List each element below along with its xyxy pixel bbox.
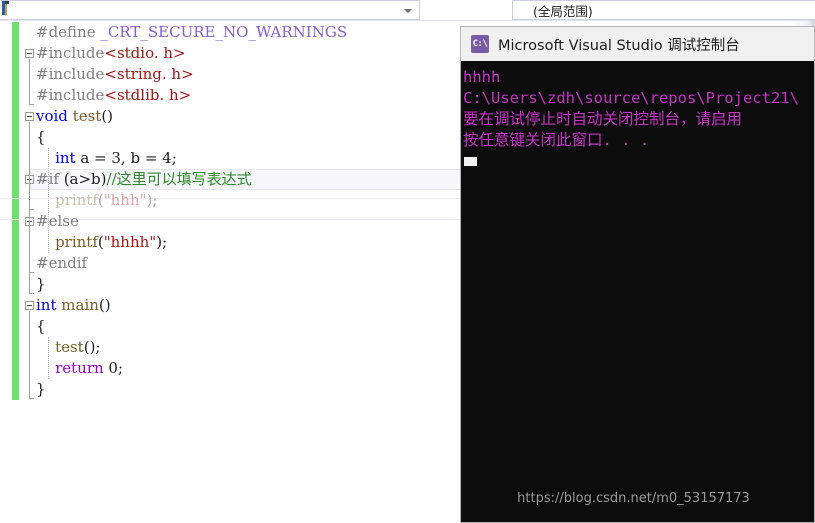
code-token: #include [36, 65, 105, 83]
code-token: { [36, 317, 46, 335]
code-token: { [36, 128, 46, 146]
console-output-line: 按任意键关闭此窗口. . . [463, 131, 650, 149]
fold-toggle-icon[interactable] [25, 301, 34, 310]
console-title: Microsoft Visual Studio 调试控制台 [498, 37, 740, 54]
code-line[interactable]: printf("hhhh"); [36, 232, 167, 253]
chevron-down-icon[interactable] [404, 9, 412, 13]
fold-toggle-icon[interactable] [25, 112, 34, 121]
fold-guide-line [29, 185, 30, 209]
code-token: printf [55, 233, 98, 251]
code-token: () [98, 296, 111, 314]
code-line[interactable]: #include<string. h> [36, 64, 194, 85]
console-title-bar[interactable]: C:\ Microsoft Visual Studio 调试控制台 [461, 27, 814, 61]
scope-combo-box[interactable]: (全局范围) [512, 0, 815, 20]
fold-guide-end-tick [29, 209, 34, 210]
code-line[interactable]: test(); [36, 337, 100, 358]
scope-combo-value: (全局范围) [533, 3, 593, 19]
code-line[interactable]: #if (a>b)//这里可以填写表达式 [36, 169, 252, 190]
fold-guide-end-tick [29, 293, 34, 294]
fold-guide-line [29, 59, 30, 104]
code-token: <stdlib. h> [104, 86, 192, 104]
navigation-bar: (全局范围) [0, 0, 815, 20]
code-line[interactable]: #include<stdlib. h> [36, 85, 191, 106]
console-output-line: 要在调试停止时自动关闭控制台，请启用 [463, 110, 743, 128]
console-icon-glyph: C:\ [472, 39, 488, 49]
code-line[interactable]: #define _CRT_SECURE_NO_WARNINGS [36, 22, 347, 43]
console-cursor [464, 157, 477, 166]
code-line[interactable]: { [36, 316, 46, 337]
editor-top-divider [0, 20, 815, 21]
code-token: test [55, 338, 84, 356]
code-line[interactable]: #endif [36, 253, 87, 274]
fold-toggle-icon[interactable] [25, 49, 34, 58]
console-output-line: hhhh [463, 68, 501, 86]
debug-console-window[interactable]: C:\ Microsoft Visual Studio 调试控制台 hhhh C:… [460, 26, 815, 523]
code-token: #else [36, 212, 79, 230]
partial-document-icon [0, 1, 9, 15]
code-line[interactable]: } [36, 274, 46, 295]
console-output-line: C:\Users\zdh\source\repos\Project21\ [463, 89, 799, 107]
console-app-icon: C:\ [471, 35, 489, 53]
code-token: (); [83, 338, 101, 356]
code-token: _CRT_SECURE_NO_WARNINGS [100, 23, 348, 41]
code-line[interactable]: } [36, 379, 46, 400]
fold-guide-end-tick [29, 104, 34, 105]
code-line[interactable]: #include<stdio. h> [36, 43, 186, 64]
change-indicator-bar [12, 22, 19, 400]
console-output-area[interactable]: hhhh C:\Users\zdh\source\repos\Project21\… [461, 61, 814, 522]
code-line[interactable]: int main() [36, 295, 111, 316]
code-token: #define [36, 23, 101, 41]
code-token: #if [36, 170, 59, 188]
code-token: 0; [103, 359, 124, 377]
fold-guide-line [29, 227, 30, 272]
code-token: <string. h> [104, 65, 194, 83]
watermark-text: https://blog.csdn.net/m0_53157173 [517, 491, 750, 506]
fold-guide-end-tick [29, 272, 34, 273]
fold-guide-line [29, 311, 30, 398]
code-token: () [101, 107, 114, 125]
code-token: #include [36, 44, 105, 62]
code-token: "hhhh" [103, 233, 157, 251]
code-token: int [36, 296, 57, 314]
code-token: #endif [36, 254, 88, 272]
code-token: printf [55, 191, 98, 209]
code-token: main [61, 296, 99, 314]
code-line[interactable]: return 0; [36, 358, 123, 379]
code-line[interactable]: void test() [36, 106, 113, 127]
code-token: void [36, 107, 68, 125]
code-token: a = 3, b = 4; [75, 149, 177, 167]
code-token: //这里可以填写表达式 [106, 170, 252, 188]
code-line[interactable]: printf("hhh"); [36, 190, 157, 211]
code-line[interactable]: { [36, 127, 46, 148]
code-token: "hhh" [103, 191, 147, 209]
code-token: #include [36, 86, 105, 104]
code-token: return [55, 359, 104, 377]
fold-guide-end-tick [29, 398, 34, 399]
code-token: ); [146, 191, 158, 209]
symbol-combo-box[interactable] [0, 0, 420, 20]
code-token: int [55, 149, 76, 167]
code-token: test [72, 107, 102, 125]
code-token: (a>b) [58, 170, 107, 188]
code-line[interactable]: int a = 3, b = 4; [36, 148, 177, 169]
code-line[interactable]: #else [36, 211, 79, 232]
code-token: <stdio. h> [104, 44, 186, 62]
code-token: } [36, 275, 46, 293]
code-token: } [36, 380, 46, 398]
code-token: ); [156, 233, 168, 251]
